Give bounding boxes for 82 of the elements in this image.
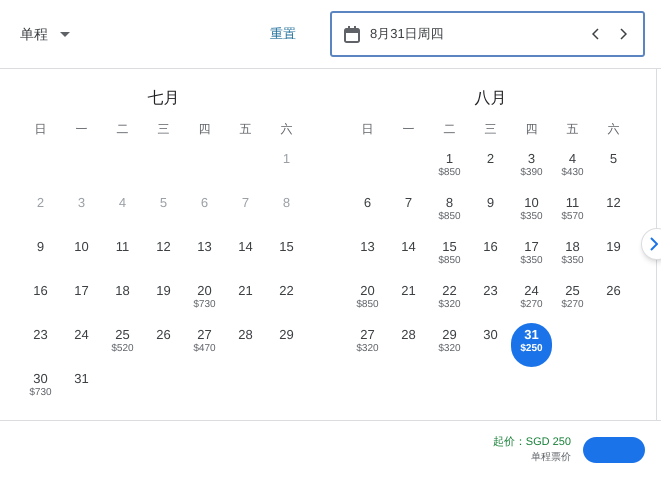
weekday-label: 三 <box>484 121 498 138</box>
calendar-day[interactable]: 18 $350 <box>561 235 584 279</box>
reset-link[interactable]: 重置 <box>270 24 296 44</box>
weekday-label: 六 <box>280 121 294 138</box>
weekday-label: 日 <box>360 121 374 138</box>
calendar-day[interactable]: 9 <box>36 235 44 279</box>
month-title: 七月 <box>146 88 180 109</box>
calendar-day[interactable]: 7 <box>404 191 412 235</box>
weekday-label: 三 <box>156 121 170 138</box>
calendar-day[interactable]: 13 <box>197 235 212 279</box>
calendar-day[interactable]: 27 $470 <box>193 323 216 367</box>
calendar-day[interactable]: 14 <box>401 235 416 279</box>
calendar-day[interactable]: 29 <box>279 323 294 367</box>
calendar-day[interactable]: 19 <box>156 279 171 323</box>
calendar-day[interactable]: 16 <box>33 279 48 323</box>
calendar-day[interactable]: 13 <box>360 235 375 279</box>
weekday-label: 一 <box>74 121 88 138</box>
calendar-day[interactable]: 20 $850 <box>356 279 379 323</box>
weekday-label: 日 <box>34 121 48 138</box>
calendar-day[interactable]: 11 <box>116 235 130 279</box>
calendar-day[interactable]: 26 <box>156 323 171 367</box>
calendar-day[interactable]: 10 $350 <box>520 191 543 235</box>
calendar-day[interactable]: 12 <box>606 191 621 235</box>
chevron-right-icon <box>650 237 658 251</box>
calendar-day[interactable]: 1 $850 <box>438 147 461 191</box>
weekday-label: 二 <box>116 121 130 138</box>
calendar-day[interactable]: 4 $430 <box>561 147 584 191</box>
calendar-day[interactable]: 11 $570 <box>561 191 584 235</box>
calendar-day[interactable]: 25 $270 <box>561 279 584 323</box>
calendar-day[interactable]: 22 $320 <box>438 279 461 323</box>
calendar-day[interactable]: 6 <box>364 191 372 235</box>
chevron-right-icon <box>620 28 626 40</box>
date-field[interactable]: 8月31日周四 <box>330 11 645 57</box>
calendar-day[interactable]: 17 $350 <box>520 235 543 279</box>
calendar-day[interactable]: 9 <box>486 191 494 235</box>
weekday-label: 二 <box>442 121 456 138</box>
date-value: 8月31日周四 <box>370 25 444 44</box>
calendar-day[interactable]: 21 <box>401 279 416 323</box>
calendar-day[interactable]: 17 <box>74 279 89 323</box>
calendar-day[interactable]: 12 <box>156 235 171 279</box>
calendar-day[interactable]: 5 <box>610 147 618 191</box>
calendar-day[interactable]: 25 $520 <box>111 323 134 367</box>
lowest-price: 起价：SGD 250 <box>492 434 571 450</box>
done-button[interactable] <box>583 436 645 462</box>
weekday-label: 六 <box>606 121 620 138</box>
trip-type-dropdown[interactable]: 单程 <box>20 24 70 44</box>
weekday-label: 五 <box>238 121 252 138</box>
calendar-day[interactable]: 29 $320 <box>438 323 461 367</box>
calendar-day[interactable]: 8 $850 <box>438 191 461 235</box>
calendar-day[interactable]: 24 <box>74 323 89 367</box>
calendar-day[interactable]: 18 <box>115 279 130 323</box>
calendar-day[interactable]: 15 $850 <box>438 235 461 279</box>
calendar-day[interactable]: 28 <box>401 323 416 367</box>
calendar-day[interactable]: 19 <box>606 235 621 279</box>
calendar-day[interactable]: 23 <box>483 279 498 323</box>
calendar-day[interactable]: 16 <box>483 235 498 279</box>
weekday-label: 一 <box>402 121 416 138</box>
weekday-label: 四 <box>524 121 538 138</box>
calendar-day[interactable]: 26 <box>606 279 621 323</box>
caret-icon <box>60 32 70 36</box>
calendar-day[interactable]: 27 $320 <box>356 323 379 367</box>
calendar-day[interactable]: 24 $270 <box>520 279 543 323</box>
chevron-left-icon <box>592 28 598 40</box>
calendar-day[interactable]: 23 <box>33 323 48 367</box>
calendar-day[interactable]: 30 $730 <box>29 367 52 411</box>
calendar-day[interactable]: 21 <box>238 279 253 323</box>
calendar-day[interactable]: 28 <box>238 323 253 367</box>
calendar-day[interactable]: 10 <box>74 235 89 279</box>
calendar-day[interactable]: 14 <box>238 235 253 279</box>
weekday-label: 五 <box>566 121 580 138</box>
calendar-day[interactable]: 20 $730 <box>193 279 216 323</box>
calendar-day[interactable]: 30 <box>483 323 498 367</box>
calendar-day[interactable]: 3 $390 <box>520 147 543 191</box>
price-note: 单程票价 <box>531 450 571 466</box>
month-title: 八月 <box>474 89 508 109</box>
calendar-day[interactable]: 22 <box>279 279 294 323</box>
weekday-label: 四 <box>198 121 212 138</box>
calendar-day[interactable]: 2 <box>486 147 494 191</box>
calendar-icon <box>344 26 360 42</box>
calendar-day[interactable]: 15 <box>279 235 294 279</box>
calendar-day[interactable]: 31 <box>74 367 89 411</box>
calendar-day[interactable]: 31 $250 <box>511 323 552 367</box>
